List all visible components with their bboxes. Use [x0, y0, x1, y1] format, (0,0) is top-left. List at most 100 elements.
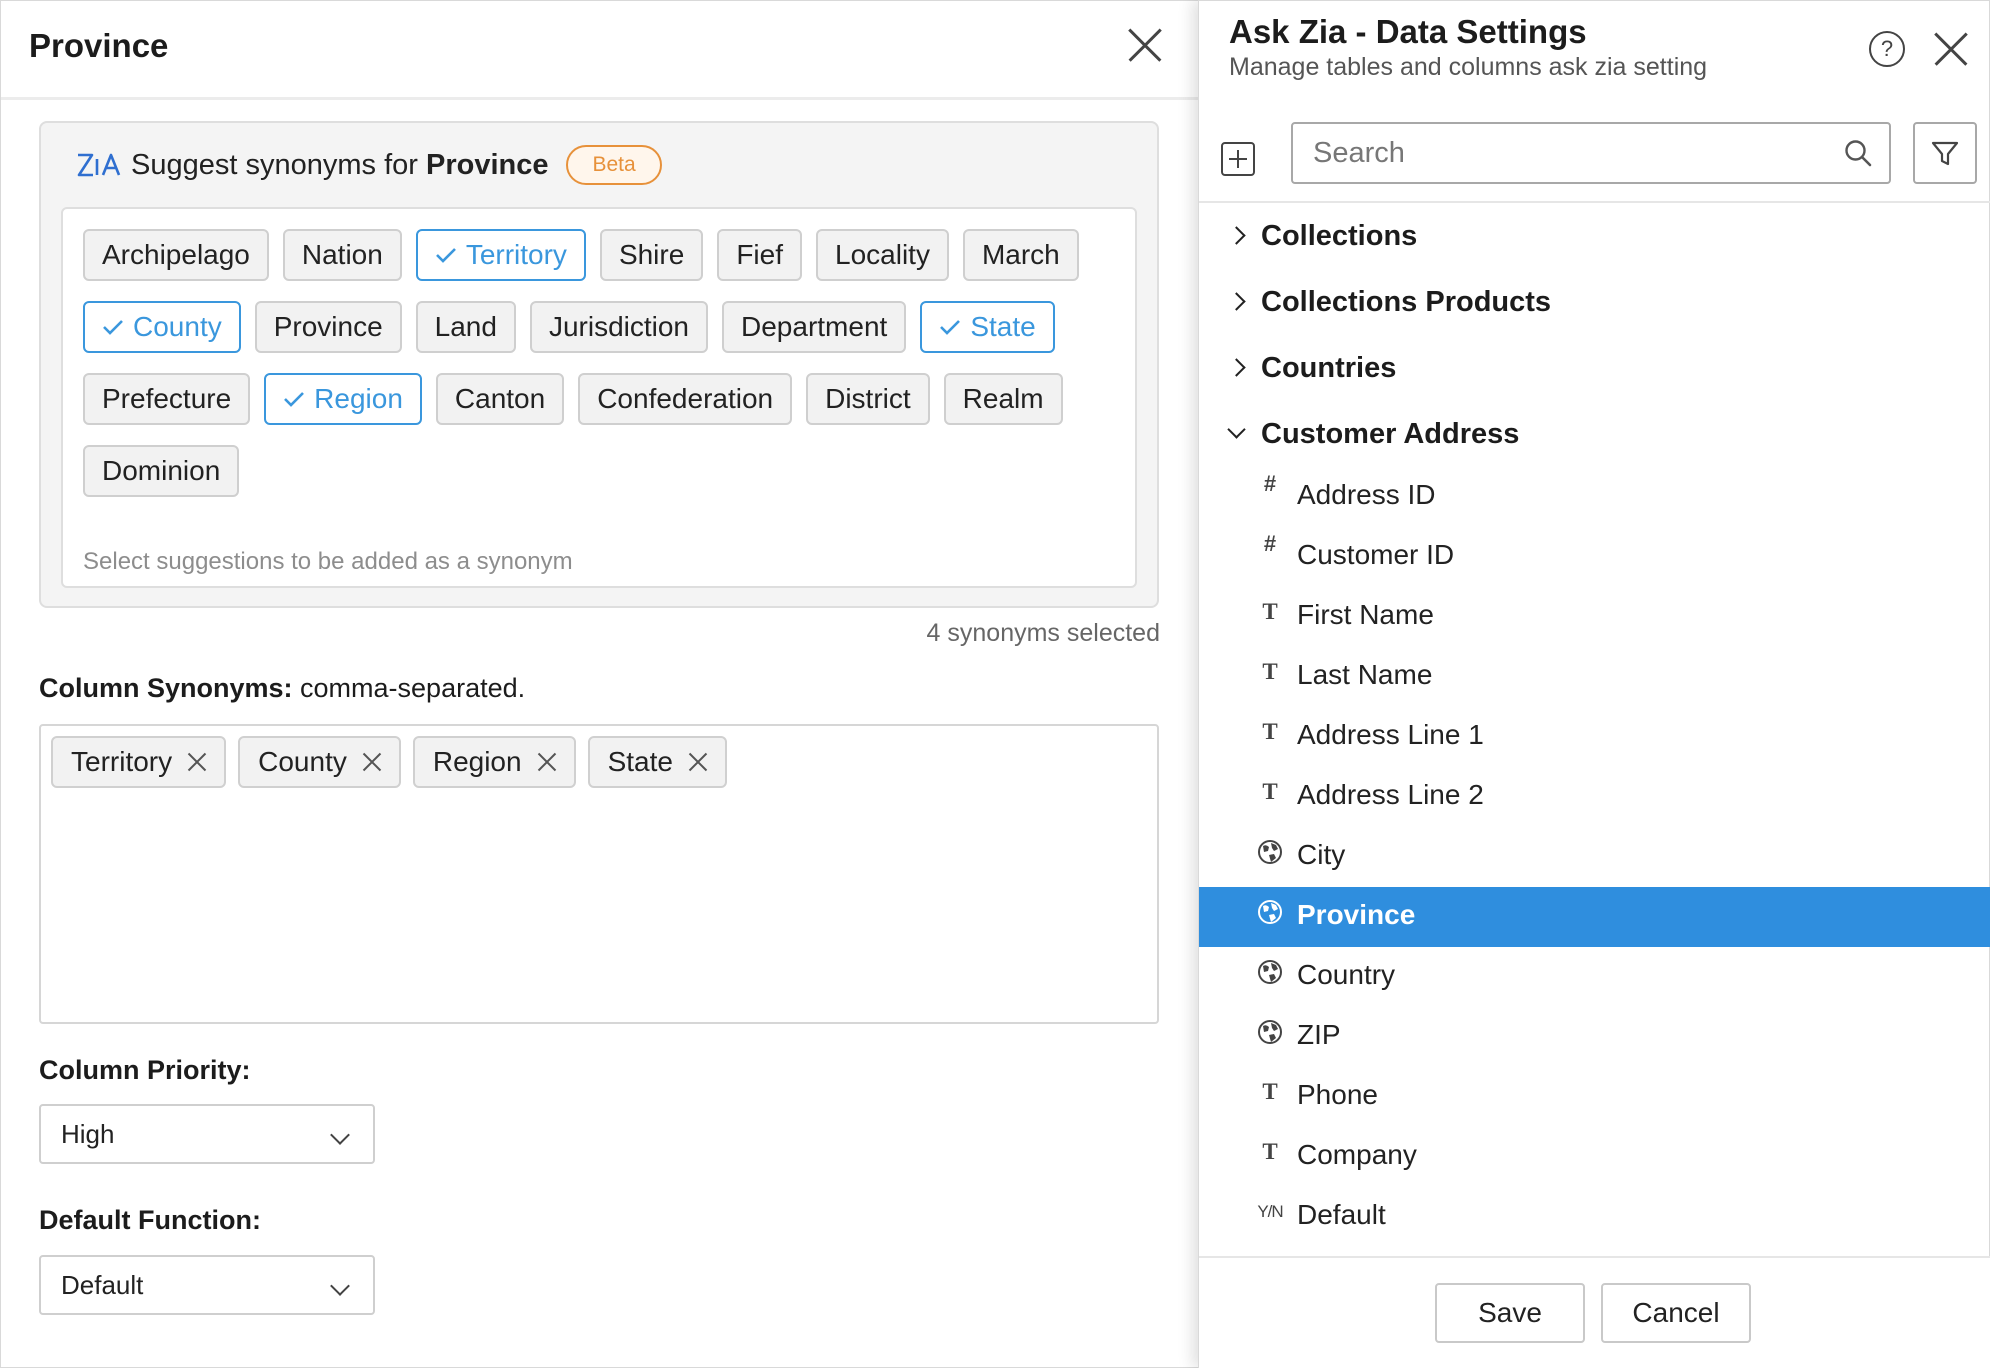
chevron-right-icon	[1227, 226, 1246, 245]
suggestion-chip-state[interactable]: State	[920, 301, 1055, 353]
panel-title: Province	[29, 27, 169, 64]
suggestion-chip-region[interactable]: Region	[264, 373, 422, 425]
suggestion-chip-jurisdiction[interactable]: Jurisdiction	[529, 301, 709, 353]
suggestion-chip-label: Land	[434, 311, 497, 342]
checkmark-icon	[284, 392, 305, 407]
globe-icon	[1257, 1017, 1283, 1047]
filter-button[interactable]	[1913, 122, 1977, 184]
table-column-tree: Collections Collections Products Countries…	[1199, 203, 1990, 1256]
suggestion-chip-locality[interactable]: Locality	[816, 229, 949, 281]
suggestion-chip-confederation[interactable]: Confederation	[578, 373, 793, 425]
suggestion-chip-province[interactable]: Province	[254, 301, 402, 353]
column-priority-label: Column Priority:	[39, 1055, 251, 1085]
suggestion-chip-territory[interactable]: Territory	[415, 229, 586, 281]
chevron-right-icon	[1227, 292, 1246, 311]
column-item-last-name[interactable]: T Last Name	[1199, 647, 1990, 707]
table-group-collections[interactable]: Collections	[1199, 203, 1990, 269]
synonym-tag: Region	[412, 736, 576, 788]
column-item-phone[interactable]: T Phone	[1199, 1067, 1990, 1127]
column-item-address-line-2[interactable]: T Address Line 2	[1199, 767, 1990, 827]
suggestion-chip-shire[interactable]: Shire	[599, 229, 704, 281]
suggestion-chip-archipelago[interactable]: Archipelago	[83, 229, 269, 281]
filter-icon	[1931, 141, 1959, 166]
suggest-title: Suggest synonyms for Province	[131, 149, 548, 182]
suggestion-chip-prefecture[interactable]: Prefecture	[83, 373, 251, 425]
default-function-label: Default Function:	[39, 1205, 261, 1235]
column-item-default[interactable]: Y/N Default	[1199, 1187, 1990, 1247]
suggestion-chip-label: Nation	[301, 239, 383, 270]
save-button[interactable]: Save	[1435, 1283, 1585, 1343]
column-priority-select[interactable]: High	[39, 1104, 375, 1164]
column-synonyms-label-bold: Column Synonyms:	[39, 673, 293, 703]
search-icon[interactable]	[1843, 138, 1873, 168]
suggestion-chip-label: Confederation	[597, 383, 774, 414]
suggest-title-prefix: Suggest synonyms for	[131, 148, 426, 181]
suggestion-hint: Select suggestions to be added as a syno…	[83, 548, 573, 575]
remove-tag-icon[interactable]	[186, 751, 208, 773]
help-icon[interactable]: ?	[1869, 31, 1905, 67]
globe-glyph	[1258, 900, 1282, 924]
table-group-customer-address[interactable]: Customer Address	[1199, 401, 1990, 467]
number-type-icon: #	[1263, 471, 1277, 496]
text-type-icon: T	[1262, 719, 1278, 744]
suggest-header: Suggest synonyms for Province Beta	[75, 145, 662, 185]
table-group-label: Collections Products	[1261, 285, 1552, 318]
suggestion-chip-label: Territory	[465, 239, 567, 270]
column-item-city[interactable]: City	[1199, 827, 1990, 887]
remove-tag-icon[interactable]	[536, 751, 558, 773]
suggestion-chip-march[interactable]: March	[962, 229, 1079, 281]
table-group-collections-products[interactable]: Collections Products	[1199, 269, 1990, 335]
checkmark-icon	[103, 320, 123, 335]
column-item-zip[interactable]: ZIP	[1199, 1007, 1990, 1067]
globe-glyph	[1258, 960, 1282, 984]
synonym-tag: County	[238, 736, 401, 788]
suggestion-chip-label: March	[981, 239, 1060, 270]
search-input[interactable]	[1293, 124, 1833, 182]
remove-tag-icon[interactable]	[361, 751, 383, 773]
column-item-label: Default	[1297, 1199, 1386, 1230]
column-synonyms-input[interactable]: Territory County Region State	[39, 724, 1159, 1024]
globe-icon	[1257, 837, 1283, 867]
close-icon[interactable]	[1125, 25, 1165, 65]
table-group-countries[interactable]: Countries	[1199, 335, 1990, 401]
column-item-company[interactable]: T Company	[1199, 1127, 1990, 1187]
suggestion-chip-county[interactable]: County	[83, 301, 241, 353]
column-item-label: City	[1297, 839, 1346, 870]
suggestion-chip-label: Jurisdiction	[548, 311, 690, 342]
column-item-country[interactable]: Country	[1199, 947, 1990, 1007]
suggestion-chip-label: District	[825, 383, 911, 414]
suggestion-chip-dominion[interactable]: Dominion	[83, 445, 240, 497]
default-function-select[interactable]: Default	[39, 1255, 375, 1315]
close-icon[interactable]	[1931, 29, 1971, 69]
column-item-address-id[interactable]: # Address ID	[1199, 467, 1990, 527]
suggestion-chip-label: Locality	[835, 239, 930, 270]
synonym-tag-label: Region	[432, 746, 522, 777]
suggestion-chip-department[interactable]: Department	[722, 301, 907, 353]
chevron-down-icon	[330, 1276, 350, 1296]
synonym-tag-list: Territory County Region State	[51, 736, 727, 788]
suggestion-chip-district[interactable]: District	[806, 373, 930, 425]
suggestion-chip-realm[interactable]: Realm	[943, 373, 1063, 425]
synonym-tag-label: Territory	[71, 746, 173, 777]
add-icon[interactable]	[1221, 142, 1255, 176]
column-item-customer-id[interactable]: # Customer ID	[1199, 527, 1990, 587]
column-item-province[interactable]: Province	[1199, 887, 1990, 947]
suggestion-chip-fief[interactable]: Fief	[717, 229, 802, 281]
suggestion-chip-label: County	[133, 311, 222, 342]
table-group-label: Countries	[1261, 351, 1397, 384]
column-item-label: Province	[1297, 899, 1416, 930]
remove-tag-icon[interactable]	[687, 751, 709, 773]
suggestion-chip-list: Archipelago Nation Territory Shire Fief Local…	[83, 229, 1123, 497]
column-item-address-line-1[interactable]: T Address Line 1	[1199, 707, 1990, 767]
suggestion-chips-container: Archipelago Nation Territory Shire Fief Local…	[61, 207, 1137, 588]
text-type-icon: T	[1262, 599, 1278, 624]
column-item-first-name[interactable]: T First Name	[1199, 587, 1990, 647]
synonym-tag-label: County	[258, 746, 347, 777]
globe-glyph	[1258, 840, 1282, 864]
cancel-button[interactable]: Cancel	[1601, 1283, 1751, 1343]
globe-icon	[1257, 897, 1283, 927]
suggestion-chip-canton[interactable]: Canton	[435, 373, 565, 425]
suggestion-chip-land[interactable]: Land	[415, 301, 516, 353]
suggestion-chip-nation[interactable]: Nation	[282, 229, 402, 281]
column-item-label: Customer ID	[1297, 539, 1455, 570]
